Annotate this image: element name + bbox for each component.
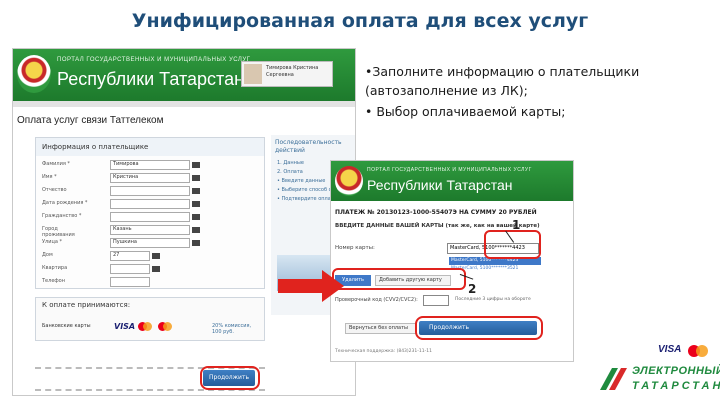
bullet-payer-info: •Заполните информацию о плательщики (авт… [365,64,640,98]
field-label: Гражданство * [42,213,82,219]
flag-icon [152,266,160,272]
slide-title: Унифицированная оплата для всех услуг [131,10,589,32]
nav-strip [13,101,355,107]
field-row: Отчество [42,186,264,197]
user-profile-box[interactable]: Тимирова Кристина Сергеевна [241,61,333,87]
visa-logo: VISA [658,344,682,355]
field-label: Дом [42,252,53,258]
portal-header-big: Республики Татарстан [57,69,245,89]
portal-header-small: ПОРТАЛ ГОСУДАРСТВЕННЫХ И МУНИЦИПАЛЬНЫХ У… [367,167,532,173]
birthdate-input[interactable] [110,199,190,209]
cvv-hint: Последние 3 цифры на обороте [455,297,531,302]
flag-icon [192,201,200,207]
marker-1: 1 [512,218,521,232]
payment-form-screenshot: ПОРТАЛ ГОСУДАРСТВЕННЫХ И МУНИЦИПАЛЬНЫХ У… [12,48,356,396]
street-input[interactable]: Пушкина [110,238,190,248]
marker-2: 2 [468,282,477,296]
card-payment-screenshot: ПОРТАЛ ГОСУДАРСТВЕННЫХ И МУНИЦИПАЛЬНЫХ У… [330,160,574,362]
payment-method-label: Банковские карты [42,323,91,329]
page-title: Оплата услуг связи Таттелеком [17,115,164,126]
field-row: Дата рождения * [42,199,264,210]
field-label: Город проживания [42,226,75,238]
citizenship-input[interactable] [110,212,190,222]
field-label: Квартира [42,265,68,271]
tatarstan-emblem-icon [335,166,363,196]
portal-header: ПОРТАЛ ГОСУДАРСТВЕННЫХ И МУНИЦИПАЛЬНЫХ У… [331,161,573,201]
portal-header-big: Республики Татарстан [367,177,513,193]
flag-icon [192,162,200,168]
field-row: Гражданство * [42,212,264,223]
surname-input[interactable]: Тимирова [110,160,190,170]
field-row: Дом 27 [42,251,264,262]
instruction-bullets: •Заполните информацию о плательщики (авт… [365,62,710,123]
field-row: Имя * Кристина [42,173,264,184]
cvv-input[interactable] [423,295,449,306]
payer-info-panel: Информация о плательщике Фамилия * Тимиро… [35,137,265,289]
steps-title: Последовательность действий [275,139,342,154]
user-name: Тимирова Кристина Сергеевна [266,65,319,78]
field-row: Фамилия * Тимирова [42,160,264,171]
field-row: Улица * Пушкина [42,238,264,249]
red-arrow-icon [278,270,344,302]
highlight-ring [200,366,260,390]
field-label: Дата рождения * [42,200,88,206]
support-text: Техническая поддержка: (843)231-11-11 [335,349,432,354]
name-input[interactable]: Кристина [110,173,190,183]
flag-icon [192,214,200,220]
maestro-icon [158,322,172,331]
city-input[interactable]: Казань [110,225,190,235]
back-without-payment-button[interactable]: Вернуться без оплаты [345,323,417,334]
mastercard-icon [688,345,708,357]
field-label: Фамилия * [42,161,70,167]
phone-input[interactable] [110,277,150,287]
mastercard-icon [138,322,152,331]
field-label: Улица * [42,239,63,245]
field-label: Имя * [42,174,57,180]
flag-icon [192,240,200,246]
field-row: Город проживания Казань [42,225,264,238]
flag-icon [192,227,200,233]
field-row: Квартира [42,264,264,275]
payment-methods-title: К оплате принимаются: [42,301,131,309]
field-label: Телефон [42,278,66,284]
payment-title: ПЛАТЕЖ № 20130123-1000-55407Э НА СУММУ 2… [335,209,537,216]
portal-header: ПОРТАЛ ГОСУДАРСТВЕННЫХ И МУНИЦИПАЛЬНЫХ У… [13,49,355,101]
card-number-label: Номер карты: [335,245,375,251]
payment-methods-panel: К оплате принимаются: Банковские карты V… [35,297,265,341]
highlight-ring [332,268,466,290]
electronic-tatarstan-logo-icon [600,368,627,390]
flag-icon [152,253,160,259]
cvv-label: Проверочный код (CVV2/CVC2): [335,297,418,303]
flag-icon [192,175,200,181]
house-input[interactable]: 27 [110,251,150,261]
visa-logo: VISA [114,322,136,331]
flag-icon [192,188,200,194]
portal-header-small: ПОРТАЛ ГОСУДАРСТВЕННЫХ И МУНИЦИПАЛЬНЫХ У… [57,57,251,63]
payer-panel-title: Информация о плательщике [36,138,264,156]
apartment-input[interactable] [110,264,150,274]
field-row: Телефон [42,277,264,288]
payment-method-row[interactable]: Банковские карты VISA 20% комиссия, 100 … [42,320,262,336]
highlight-ring [415,316,543,340]
patronymic-input[interactable] [110,186,190,196]
field-label: Отчество [42,187,67,193]
brand-line-2: ТАТАРСТАН [632,380,720,392]
commission-text: 20% комиссия, 100 руб. [212,323,252,335]
avatar [244,64,262,84]
tatarstan-emblem-icon [17,55,51,93]
brand-line-1: ЭЛЕКТРОННЫЙ [632,365,720,377]
bullet-card-select: • Выбор оплачиваемой карты; [365,104,566,119]
